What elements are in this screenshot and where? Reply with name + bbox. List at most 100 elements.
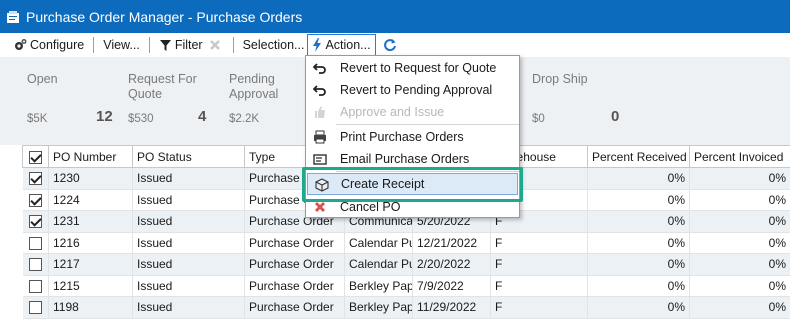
checkbox-mark <box>28 279 42 293</box>
menu-item-label: Cancel PO <box>340 200 401 214</box>
row-checkbox[interactable] <box>22 189 49 211</box>
funnel-icon <box>159 39 171 51</box>
filter-label: Filter <box>174 38 203 52</box>
percent-invoiced-cell: 0% <box>689 275 790 297</box>
po-number-cell: 1231 <box>48 210 133 233</box>
menu-item-cancel-po[interactable]: Cancel PO <box>306 196 519 218</box>
menu-item-approve-and-issue[interactable]: Approve and Issue <box>306 101 519 123</box>
menu-item-label: Create Receipt <box>341 177 425 191</box>
checkbox-mark <box>28 301 42 315</box>
po-number-cell: 1215 <box>48 275 133 297</box>
row-checkbox[interactable] <box>22 253 49 276</box>
type-cell: Purchase Order <box>244 232 345 254</box>
warehouse-cell: F <box>490 253 588 276</box>
summary-tile-drop-ship[interactable]: Drop Ship $0 0 <box>532 57 632 145</box>
refresh-button[interactable] <box>380 34 403 56</box>
date-cell: 11/29/2022 <box>412 296 491 319</box>
table-row[interactable]: 1198IssuedPurchase OrderBerkley Paper11/… <box>22 296 790 319</box>
undo-arrow-icon <box>313 63 326 74</box>
summary-amount: $2.2K <box>229 113 260 125</box>
menu-item-print-purchase-orders[interactable]: Print Purchase Orders <box>306 126 519 148</box>
column-header-percent-invoiced[interactable]: Percent Invoiced <box>689 145 790 168</box>
column-header-po-number[interactable]: PO Number <box>48 145 133 168</box>
po-status-cell: Issued <box>132 253 245 276</box>
po-status-cell: Issued <box>132 167 245 190</box>
title-bar: Purchase Order Manager - Purchase Orders <box>0 0 790 33</box>
warehouse-cell: F <box>490 232 588 254</box>
action-menu: Revert to Request for Quote Revert to Pe… <box>305 55 520 218</box>
summary-amount: $0 <box>532 113 545 125</box>
menu-item-revert-to-rfq[interactable]: Revert to Request for Quote <box>306 57 519 79</box>
menu-item-create-receipt[interactable]: Create Receipt <box>307 173 518 195</box>
filter-button[interactable]: Filter <box>156 34 206 56</box>
row-checkbox[interactable] <box>22 296 49 319</box>
percent-received-cell: 0% <box>587 296 690 319</box>
configure-label: Configure <box>30 38 85 52</box>
clear-filter-icon <box>209 40 220 50</box>
type-cell: Purchase Order <box>244 275 345 297</box>
summary-count: 12 <box>96 108 113 125</box>
menu-item-revert-to-pending[interactable]: Revert to Pending Approval <box>306 79 519 101</box>
column-header-po-status[interactable]: PO Status <box>132 145 245 168</box>
select-all-checkbox[interactable] <box>22 145 49 168</box>
summary-label: Pending Approval <box>229 72 279 101</box>
po-number-cell: 1217 <box>48 253 133 276</box>
summary-amount: $5K <box>27 113 48 125</box>
summary-tile-request-for-quote[interactable]: Request For Quote $530 4 <box>128 57 208 145</box>
po-status-cell: Issued <box>132 189 245 211</box>
lightning-icon <box>313 38 322 52</box>
percent-received-cell: 0% <box>587 167 690 190</box>
summary-label: Request For Quote <box>128 72 197 101</box>
clear-filter-button[interactable] <box>206 34 227 56</box>
toolbar-separator <box>232 37 234 53</box>
row-checkbox[interactable] <box>22 232 49 254</box>
po-status-cell: Issued <box>132 296 245 319</box>
column-header-percent-received[interactable]: Percent Received <box>587 145 690 168</box>
checkbox-mark <box>28 215 42 229</box>
summary-amount: $530 <box>128 113 154 125</box>
configure-button[interactable]: Configure <box>10 34 87 56</box>
po-number-cell: 1230 <box>48 167 133 190</box>
menu-item-label: Approve and Issue <box>340 105 445 119</box>
undo-arrow-icon <box>313 85 326 96</box>
percent-received-cell: 0% <box>587 253 690 276</box>
checkbox-mark <box>28 193 42 207</box>
percent-invoiced-cell: 0% <box>689 253 790 276</box>
window-title: Purchase Order Manager - Purchase Orders <box>26 8 303 25</box>
vendor-cell: Berkley Paper <box>344 296 413 319</box>
summary-tile-open[interactable]: Open $5K 12 <box>27 57 127 145</box>
thumbs-up-icon <box>315 106 325 118</box>
cancel-x-icon <box>314 201 326 213</box>
summary-tile-pending-approval[interactable]: Pending Approval $2.2K <box>229 57 299 145</box>
toolbar: Configure View... Filter Selection... Ac… <box>0 33 790 57</box>
table-row[interactable]: 1217IssuedPurchase OrderCalendar Publ2/2… <box>22 253 790 276</box>
action-label: Action... <box>325 38 371 52</box>
action-button[interactable]: Action... <box>307 34 376 56</box>
menu-item-label: Revert to Request for Quote <box>340 61 497 75</box>
row-checkbox[interactable] <box>22 275 49 297</box>
type-cell: Purchase Order <box>244 253 345 276</box>
table-row[interactable]: 1216IssuedPurchase OrderCalendar Publ12/… <box>22 232 790 254</box>
summary-count: 0 <box>611 108 620 125</box>
view-button[interactable]: View... <box>100 34 143 56</box>
po-number-cell: 1198 <box>48 296 133 319</box>
table-row[interactable]: 1215IssuedPurchase OrderBerkley Paper7/9… <box>22 275 790 297</box>
printer-icon <box>314 130 326 144</box>
view-label: View... <box>103 38 140 52</box>
row-checkbox[interactable] <box>22 210 49 233</box>
checkbox-mark <box>28 236 42 250</box>
menu-item-email-purchase-orders[interactable]: Email Purchase Orders <box>306 148 519 170</box>
percent-received-cell: 0% <box>587 189 690 211</box>
row-checkbox[interactable] <box>22 167 49 190</box>
vendor-cell: Calendar Publ <box>344 232 413 254</box>
date-cell: 12/21/2022 <box>412 232 491 254</box>
summary-count: 4 <box>198 108 207 125</box>
menu-item-label: Print Purchase Orders <box>340 130 464 144</box>
menu-item-label: Revert to Pending Approval <box>340 83 493 97</box>
selection-label: Selection... <box>242 38 305 52</box>
selection-button[interactable]: Selection... <box>240 34 308 56</box>
menu-item-label: Email Purchase Orders <box>340 152 470 166</box>
percent-invoiced-cell: 0% <box>689 210 790 233</box>
gear-icon <box>15 39 27 50</box>
app-icon <box>7 10 19 23</box>
